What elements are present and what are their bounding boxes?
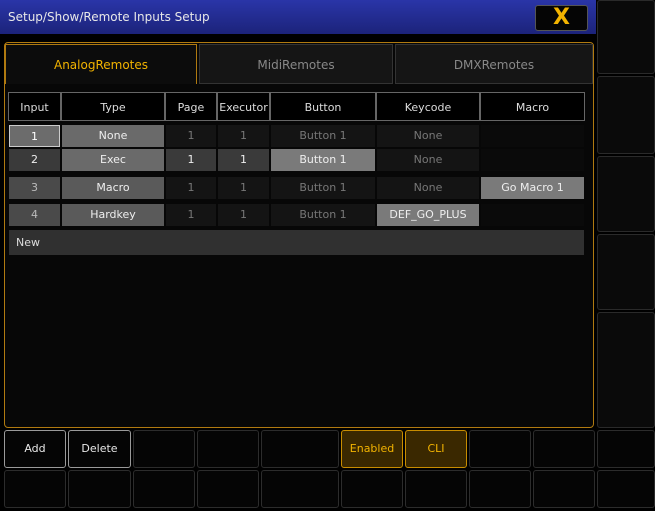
cell-page[interactable]: 1 <box>166 204 216 226</box>
cell-button[interactable]: Button 1 <box>271 149 375 171</box>
empty-button[interactable] <box>533 430 595 468</box>
cell-macro[interactable] <box>481 149 584 171</box>
cell-macro[interactable] <box>481 125 584 147</box>
cell-page[interactable]: 1 <box>166 125 216 147</box>
empty-button[interactable] <box>197 470 259 508</box>
side-slot-4[interactable] <box>597 234 655 310</box>
cell-type[interactable]: None <box>62 125 164 147</box>
add-button[interactable]: Add <box>4 430 66 468</box>
tab-midi-remotes[interactable]: MidiRemotes <box>199 44 393 84</box>
cell-type[interactable]: Exec <box>62 149 164 171</box>
cell-executor[interactable]: 1 <box>218 204 269 226</box>
empty-button[interactable] <box>469 430 531 468</box>
side-slot-2[interactable] <box>597 76 655 154</box>
cell-keycode[interactable]: None <box>377 125 479 147</box>
cell-keycode[interactable]: DEF_GO_PLUS <box>377 204 479 226</box>
empty-button[interactable] <box>341 470 403 508</box>
cell-input[interactable]: 2 <box>9 149 60 171</box>
empty-button[interactable] <box>4 470 66 508</box>
col-header-macro[interactable]: Macro <box>480 92 585 121</box>
cell-input[interactable]: 3 <box>9 177 60 199</box>
cell-button[interactable]: Button 1 <box>271 125 375 147</box>
tab-dmx-remotes[interactable]: DMXRemotes <box>395 44 593 84</box>
col-header-type[interactable]: Type <box>61 92 165 121</box>
tab-analog-remotes[interactable]: AnalogRemotes <box>5 44 197 84</box>
cell-macro[interactable] <box>481 204 584 226</box>
cell-input[interactable]: 4 <box>9 204 60 226</box>
col-header-page[interactable]: Page <box>165 92 217 121</box>
cell-button[interactable]: Button 1 <box>271 177 375 199</box>
cell-executor[interactable]: 1 <box>218 149 269 171</box>
cell-type[interactable]: Hardkey <box>62 204 164 226</box>
side-slot-5[interactable] <box>597 312 655 428</box>
empty-button[interactable] <box>405 470 467 508</box>
cell-keycode[interactable]: None <box>377 177 479 199</box>
delete-button[interactable]: Delete <box>68 430 131 468</box>
col-header-keycode[interactable]: Keycode <box>376 92 480 121</box>
close-icon: X <box>553 5 570 30</box>
empty-button[interactable] <box>133 430 195 468</box>
close-button[interactable]: X <box>535 5 588 31</box>
cell-executor[interactable]: 1 <box>218 125 269 147</box>
empty-button[interactable] <box>469 470 531 508</box>
empty-button[interactable] <box>261 430 339 468</box>
cell-page[interactable]: 1 <box>166 149 216 171</box>
enabled-button[interactable]: Enabled <box>341 430 403 468</box>
cell-input[interactable]: 1 <box>9 125 60 147</box>
empty-button[interactable] <box>597 470 655 508</box>
window-title: Setup/Show/Remote Inputs Setup <box>8 10 210 24</box>
empty-button[interactable] <box>533 470 595 508</box>
cell-keycode[interactable]: None <box>377 149 479 171</box>
side-slot-1[interactable] <box>597 0 655 74</box>
empty-button[interactable] <box>197 430 259 468</box>
empty-button[interactable] <box>261 470 339 508</box>
cell-button[interactable]: Button 1 <box>271 204 375 226</box>
cell-type[interactable]: Macro <box>62 177 164 199</box>
empty-button[interactable] <box>133 470 195 508</box>
cell-macro[interactable]: Go Macro 1 <box>481 177 584 199</box>
cell-executor[interactable]: 1 <box>218 177 269 199</box>
col-header-input[interactable]: Input <box>8 92 61 121</box>
cli-button[interactable]: CLI <box>405 430 467 468</box>
col-header-button[interactable]: Button <box>270 92 376 121</box>
cell-page[interactable]: 1 <box>166 177 216 199</box>
col-header-executor[interactable]: Executor <box>217 92 270 121</box>
side-slot-3[interactable] <box>597 156 655 232</box>
new-row[interactable]: New <box>9 230 584 255</box>
empty-button[interactable] <box>597 430 655 468</box>
empty-button[interactable] <box>68 470 131 508</box>
